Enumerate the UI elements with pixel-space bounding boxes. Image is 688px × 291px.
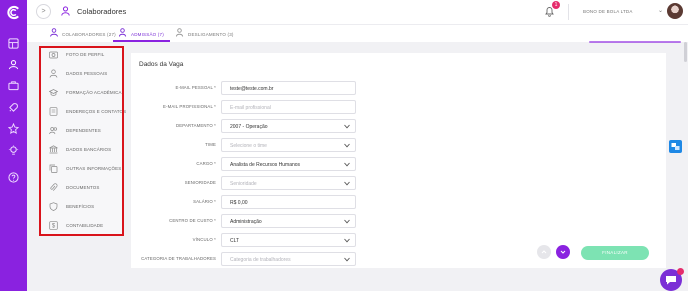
field-cargo: CARGO * Analista de Recursos Humanos xyxy=(131,157,371,171)
user-icon xyxy=(50,28,58,37)
senioridade-select[interactable]: Senioridade xyxy=(221,176,356,190)
user-minus-icon xyxy=(176,28,184,37)
cargo-select[interactable]: Analista de Recursos Humanos xyxy=(221,157,356,171)
field-email-profissional: E-MAIL PROFISSIONAL * E-mail profissiona… xyxy=(131,100,371,114)
field-vinculo: VÍNCULO * CLT xyxy=(131,233,371,247)
field-value: Administração xyxy=(230,219,262,225)
people-icon[interactable] xyxy=(8,59,19,70)
field-placeholder: Senioridade xyxy=(230,181,257,187)
field-senioridade: SENIORIDADE Senioridade xyxy=(131,176,371,190)
field-time: TIME Selecione o time xyxy=(131,138,371,152)
chevron-up-icon xyxy=(541,250,547,254)
field-label: DEPARTAMENTO * xyxy=(176,123,216,128)
salario-input[interactable]: R$ 0,00 xyxy=(221,195,356,209)
field-value: CLT xyxy=(230,238,240,244)
avatar[interactable] xyxy=(667,3,683,19)
email-profissional-input[interactable]: E-mail profissional xyxy=(221,100,356,114)
field-categoria: CATEGORIA DE TRABALHADORES Categoria de … xyxy=(131,252,371,266)
active-tab-indicator xyxy=(113,40,170,42)
field-centro-custo: CENTRO DE CUSTO * Administração xyxy=(131,214,371,228)
app-rail xyxy=(0,0,27,291)
departamento-select[interactable]: 2007 - Operação xyxy=(221,119,356,133)
field-placeholder: Categoria de trabalhadores xyxy=(230,257,291,263)
chevron-down-icon[interactable]: ⌄ xyxy=(658,7,663,14)
top-header: > Colaboradores 1 BONO DE BOLA LTDA ⌄ xyxy=(27,0,688,24)
rocket-icon[interactable] xyxy=(8,102,19,113)
tabs-bar: COLABORADORES (27) ADMISSÃO (7) DESLIGAM… xyxy=(27,24,688,43)
finish-button[interactable]: FINALIZAR xyxy=(581,246,649,260)
scrollbar[interactable] xyxy=(684,42,687,62)
field-value: 2007 - Operação xyxy=(230,124,268,130)
field-label: E-MAIL PROFISSIONAL * xyxy=(163,104,216,109)
field-value: teste@teste.com.br xyxy=(230,86,274,92)
tab-label: ADMISSÃO (7) xyxy=(131,32,164,37)
briefcase-icon[interactable] xyxy=(8,80,19,91)
chevron-down-icon xyxy=(344,219,350,224)
collapse-sidebar-button[interactable]: > xyxy=(36,4,51,19)
field-departamento: DEPARTAMENTO * 2007 - Operação xyxy=(131,119,371,133)
categoria-select[interactable]: Categoria de trabalhadores xyxy=(221,252,356,266)
email-pessoal-input[interactable]: teste@teste.com.br xyxy=(221,81,356,95)
chevron-down-icon xyxy=(344,181,350,186)
tab-label: DESLIGAMENTO (3) xyxy=(188,32,234,37)
section-title: Dados da Vaga xyxy=(139,61,184,68)
vinculo-select[interactable]: CLT xyxy=(221,233,356,247)
chevron-down-icon xyxy=(344,143,350,148)
field-label: CARGO * xyxy=(196,161,216,166)
field-email-pessoal: E-MAIL PESSOAL * teste@teste.com.br xyxy=(131,81,371,95)
user-icon xyxy=(61,6,70,16)
field-value: Analista de Recursos Humanos xyxy=(230,162,301,168)
chevron-down-icon xyxy=(560,250,566,254)
user-plus-icon xyxy=(119,28,127,37)
help-icon[interactable] xyxy=(8,172,19,183)
field-label: CENTRO DE CUSTO * xyxy=(169,218,216,223)
time-select[interactable]: Selecione o time xyxy=(221,138,356,152)
field-placeholder: Selecione o time xyxy=(230,143,267,149)
previous-button[interactable] xyxy=(537,245,551,259)
field-value: R$ 0,00 xyxy=(230,200,248,206)
field-label: E-MAIL PESSOAL * xyxy=(175,85,216,90)
app-logo[interactable] xyxy=(6,5,21,20)
chevron-down-icon xyxy=(344,238,350,243)
highlight-box xyxy=(39,46,124,236)
page-title: Colaboradores xyxy=(77,7,127,16)
field-salario: SALÁRIO * R$ 0,00 xyxy=(131,195,371,209)
notification-badge: 1 xyxy=(552,1,560,9)
chevron-down-icon xyxy=(344,124,350,129)
centro-custo-select[interactable]: Administração xyxy=(221,214,356,228)
field-label: VÍNCULO * xyxy=(192,237,216,242)
lightbulb-icon[interactable] xyxy=(8,145,19,156)
next-button[interactable] xyxy=(556,245,570,259)
company-selector[interactable]: BONO DE BOLA LTDA xyxy=(583,9,633,14)
field-label: TIME xyxy=(205,142,216,147)
chevron-down-icon xyxy=(344,257,350,262)
field-label: SENIORIDADE xyxy=(184,180,216,185)
dashboard-icon[interactable] xyxy=(8,38,19,49)
progress-accent xyxy=(589,41,681,43)
chevron-down-icon xyxy=(344,162,350,167)
translate-icon xyxy=(671,143,680,150)
form-card: Dados da Vaga E-MAIL PESSOAL * teste@tes… xyxy=(131,53,666,268)
translate-tool-button[interactable] xyxy=(669,140,682,153)
field-label: CATEGORIA DE TRABALHADORES xyxy=(141,256,216,261)
header-divider xyxy=(568,4,569,20)
field-label: SALÁRIO * xyxy=(193,199,216,204)
chat-badge xyxy=(677,268,684,275)
tab-label: COLABORADORES (27) xyxy=(62,32,116,37)
star-icon[interactable] xyxy=(8,123,19,134)
field-placeholder: E-mail profissional xyxy=(230,105,271,111)
